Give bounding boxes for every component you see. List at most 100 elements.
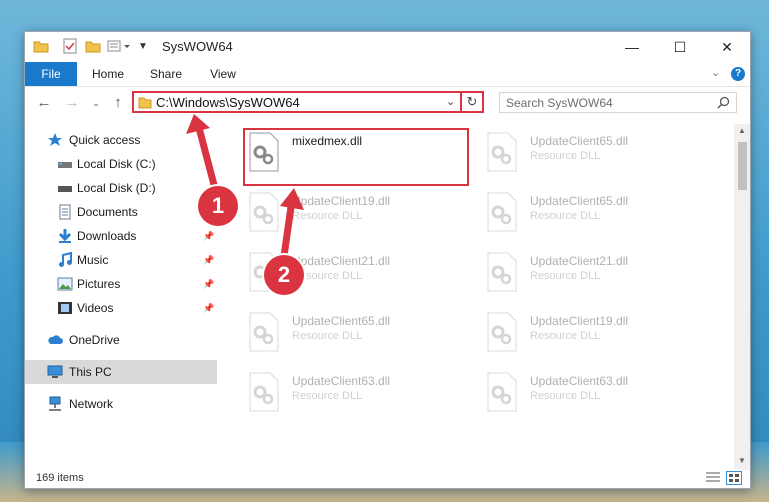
dll-file-icon (487, 312, 517, 352)
folder-icon (138, 97, 152, 109)
sidebar-item-label: This PC (69, 365, 112, 379)
file-item[interactable]: UpdateClient63.dll Resource DLL (482, 366, 712, 426)
file-name: UpdateClient65.dll (530, 134, 629, 148)
address-bar[interactable]: C:\Windows\SysWOW64 ⌄ (132, 91, 484, 113)
dll-file-icon (487, 252, 517, 292)
properties-icon[interactable] (63, 37, 77, 55)
sidebar-item-music[interactable]: Music 📌 (25, 248, 217, 272)
file-type: Resource DLL (530, 390, 601, 402)
step-badge-2: 2 (264, 255, 304, 295)
large-icons-view-icon[interactable] (726, 471, 742, 485)
title-bar: ▼ SysWOW64 — ☐ ✕ (25, 32, 750, 62)
sidebar-item-label: Quick access (69, 133, 141, 147)
sidebar-item-label: Pictures (77, 277, 121, 291)
drive-icon (58, 186, 72, 192)
tab-file[interactable]: File (25, 62, 77, 86)
tab-home[interactable]: Home (87, 62, 129, 86)
dll-file-icon (487, 132, 517, 172)
dll-file-icon (487, 372, 517, 412)
tab-view[interactable]: View (203, 62, 243, 86)
file-type: Resource DLL (530, 210, 601, 222)
minimize-button[interactable]: — (609, 32, 655, 62)
file-name: UpdateClient19.dll (530, 314, 629, 328)
close-button[interactable]: ✕ (704, 32, 750, 62)
sidebar-item-network[interactable]: Network (25, 392, 217, 416)
sidebar-item-label: Network (69, 397, 114, 411)
file-name: UpdateClient65.dll (530, 194, 629, 208)
drive-icon (58, 162, 72, 168)
vertical-scrollbar[interactable]: ▲ ▼ (734, 124, 750, 470)
scroll-thumb[interactable] (738, 142, 747, 190)
search-input[interactable]: Search SysWOW64 (499, 92, 737, 113)
pin-icon[interactable]: 📌 (203, 255, 214, 266)
sidebar-item-downloads[interactable]: Downloads 📌 (25, 224, 217, 248)
ribbon: File Home Share View ⌄ ? (25, 62, 750, 87)
item-count: 169 items (36, 472, 84, 484)
downloads-icon (58, 229, 72, 243)
pictures-icon (57, 277, 73, 291)
maximize-button[interactable]: ☐ (657, 32, 703, 62)
file-type: Resource DLL (292, 390, 363, 402)
file-name: UpdateClient21.dll (530, 254, 629, 268)
dll-file-icon (249, 312, 279, 352)
sidebar-item-this-pc[interactable]: This PC (25, 360, 217, 384)
file-type: Resource DLL (292, 330, 363, 342)
dll-file-icon (487, 192, 517, 232)
videos-icon (58, 302, 72, 314)
scroll-up-icon[interactable]: ▲ (738, 126, 746, 135)
scroll-down-icon[interactable]: ▼ (738, 456, 746, 465)
sidebar-item-label: Videos (77, 301, 114, 315)
status-bar: 169 items (25, 468, 750, 488)
dll-file-icon (249, 372, 279, 412)
details-view-icon[interactable] (705, 471, 721, 483)
tab-share[interactable]: Share (145, 62, 187, 86)
help-icon[interactable]: ? (731, 67, 745, 81)
sidebar-item-label: Documents (77, 205, 138, 219)
pc-icon (47, 365, 63, 378)
window-title: SysWOW64 (162, 39, 233, 54)
refresh-button[interactable]: ↻ (460, 91, 484, 113)
highlight-box (243, 128, 469, 186)
sidebar-item-label: Local Disk (D:) (77, 181, 156, 195)
sidebar-item-videos[interactable]: Videos 📌 (25, 296, 217, 320)
address-dropdown-icon[interactable]: ⌄ (446, 95, 455, 108)
file-item[interactable]: UpdateClient65.dll Resource DLL (244, 306, 474, 366)
file-item[interactable]: UpdateClient19.dll Resource DLL (482, 306, 712, 366)
customize-toolbar-icon[interactable] (107, 37, 133, 55)
sidebar-item-label: Downloads (77, 229, 137, 243)
pin-icon[interactable]: 📌 (203, 303, 214, 314)
file-type: Resource DLL (530, 150, 601, 162)
file-name: UpdateClient63.dll (530, 374, 629, 388)
search-icon (717, 96, 730, 109)
search-placeholder: Search SysWOW64 (506, 96, 613, 110)
up-button[interactable]: ↑ (109, 94, 127, 112)
sidebar-item-label: Music (77, 253, 109, 267)
new-folder-icon[interactable] (85, 37, 101, 55)
pin-icon[interactable]: 📌 (203, 279, 214, 290)
pin-icon[interactable]: 📌 (203, 231, 214, 242)
file-item[interactable]: UpdateClient65.dll Resource DLL (482, 126, 712, 186)
dropdown-arrow-icon[interactable]: ▼ (138, 37, 148, 55)
recent-locations-button[interactable]: ⌄ (87, 94, 105, 112)
sidebar-item-pictures[interactable]: Pictures 📌 (25, 272, 217, 296)
music-icon (59, 252, 72, 267)
sidebar-item-label: Local Disk (C:) (77, 157, 156, 171)
file-type: Resource DLL (530, 270, 601, 282)
folder-icon[interactable] (33, 37, 49, 55)
file-item[interactable]: UpdateClient65.dll Resource DLL (482, 186, 712, 246)
back-button[interactable]: ← (35, 94, 53, 112)
file-explorer-window: ▼ SysWOW64 — ☐ ✕ File Home Share View ⌄ … (24, 31, 751, 489)
forward-button[interactable]: → (63, 94, 81, 112)
address-path: C:\Windows\SysWOW64 (156, 95, 300, 110)
file-type: Resource DLL (530, 330, 601, 342)
cloud-icon (48, 335, 63, 344)
sidebar-item-onedrive[interactable]: OneDrive (25, 328, 217, 352)
file-name: UpdateClient65.dll (292, 314, 391, 328)
step-badge-1: 1 (198, 186, 238, 226)
expand-ribbon-icon[interactable]: ⌄ (711, 66, 720, 79)
network-icon (49, 396, 61, 411)
documents-icon (59, 204, 71, 220)
file-item[interactable]: UpdateClient63.dll Resource DLL (244, 366, 474, 426)
file-item[interactable]: UpdateClient21.dll Resource DLL (482, 246, 712, 306)
sidebar-item-label: OneDrive (69, 333, 120, 347)
